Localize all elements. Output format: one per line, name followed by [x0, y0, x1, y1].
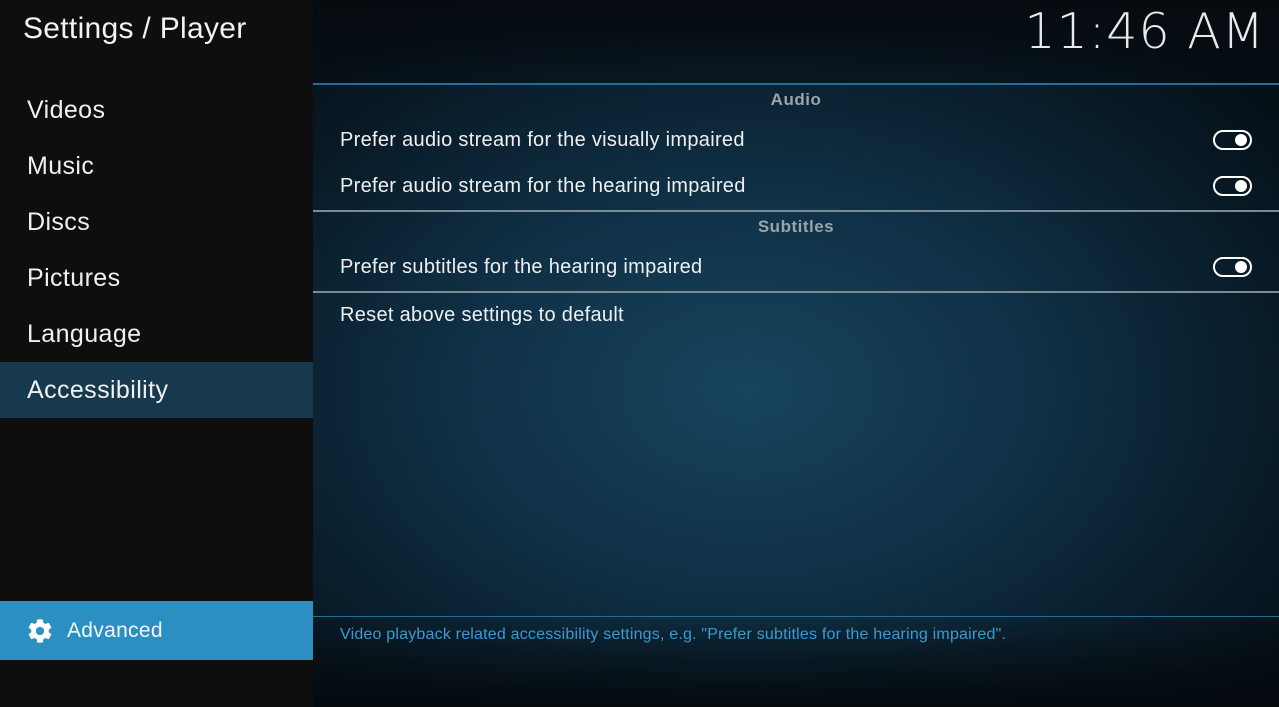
sidebar-item-music[interactable]: Music: [0, 138, 313, 194]
page-title: Settings / Player: [23, 12, 247, 45]
section-header-audio: Audio: [770, 90, 822, 109]
setting-subtitles-hearing-impaired[interactable]: Prefer subtitles for the hearing impaire…: [340, 247, 1252, 287]
sidebar-item-pictures[interactable]: Pictures: [0, 250, 313, 306]
section-header-subtitles: Subtitles: [757, 217, 835, 236]
reset-settings-button[interactable]: Reset above settings to default: [340, 295, 1252, 335]
sidebar: Settings / Player Videos Music Discs Pic…: [0, 0, 313, 707]
setting-audio-hearing-impaired[interactable]: Prefer audio stream for the hearing impa…: [340, 166, 1252, 206]
sidebar-item-accessibility[interactable]: Accessibility: [0, 362, 313, 418]
toggle-switch[interactable]: [1213, 176, 1252, 196]
setting-audio-visually-impaired[interactable]: Prefer audio stream for the visually imp…: [340, 120, 1252, 160]
toggle-knob: [1235, 134, 1247, 146]
toggle-knob: [1235, 180, 1247, 192]
toggle-switch[interactable]: [1213, 257, 1252, 277]
sidebar-item-discs[interactable]: Discs: [0, 194, 313, 250]
section-divider: [313, 291, 1279, 293]
description-divider: [313, 616, 1279, 617]
sidebar-item-videos[interactable]: Videos: [0, 82, 313, 138]
setting-label: Prefer audio stream for the visually imp…: [340, 128, 745, 151]
settings-panel: 11:46 AM Audio Prefer audio stream for t…: [313, 0, 1279, 707]
toggle-switch[interactable]: [1213, 130, 1252, 150]
gear-icon: [25, 616, 55, 646]
settings-level-button[interactable]: Advanced: [0, 601, 313, 660]
sidebar-item-language[interactable]: Language: [0, 306, 313, 362]
section-divider: [313, 210, 1279, 212]
header-divider: [313, 83, 1279, 85]
toggle-knob: [1235, 261, 1247, 273]
settings-level-label: Advanced: [67, 618, 163, 642]
setting-label: Prefer subtitles for the hearing impaire…: [340, 255, 703, 278]
setting-label: Prefer audio stream for the hearing impa…: [340, 174, 746, 197]
setting-description: Video playback related accessibility set…: [340, 626, 1007, 643]
kodi-settings-window: Settings / Player Videos Music Discs Pic…: [0, 0, 1279, 707]
reset-label: Reset above settings to default: [340, 303, 624, 326]
clock: 11:46 AM: [1024, 3, 1265, 60]
category-list: Videos Music Discs Pictures Language Acc…: [0, 82, 313, 418]
